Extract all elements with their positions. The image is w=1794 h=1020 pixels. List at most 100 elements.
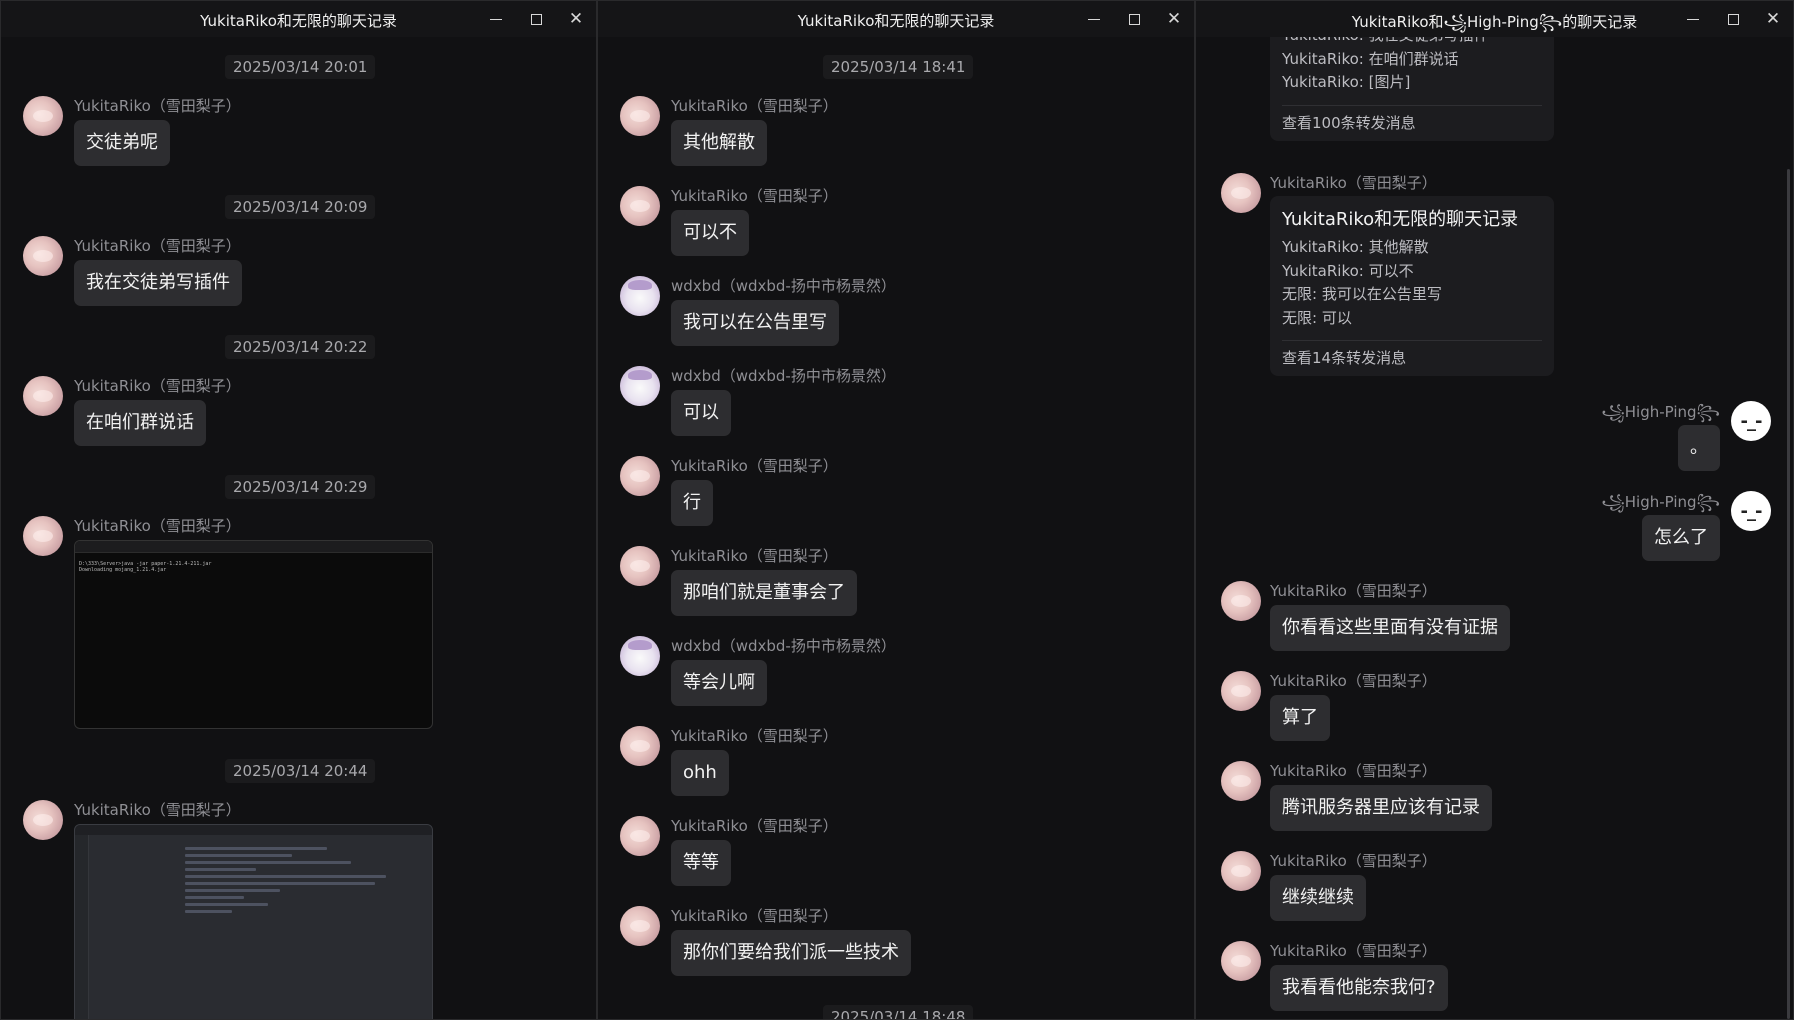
message-bubble[interactable]: 在咱们群说话 xyxy=(74,400,206,446)
image-message-ide-screenshot[interactable] xyxy=(74,824,433,1019)
avatar[interactable] xyxy=(620,636,660,676)
timestamp: 2025/03/14 20:44 xyxy=(225,759,376,783)
message-bubble[interactable]: 那咱们就是董事会了 xyxy=(671,570,857,616)
forwarded-line: YukitaRiko: 其他解散 xyxy=(1282,238,1429,256)
forwarded-record-card[interactable]: YukitaRiko和无限的聊天记录 YukitaRiko: 其他解散 Yuki… xyxy=(1270,196,1554,376)
avatar[interactable] xyxy=(1221,173,1261,213)
avatar[interactable] xyxy=(23,376,63,416)
sender-name: YukitaRiko（雪田梨子） xyxy=(671,817,838,835)
minimize-button[interactable] xyxy=(1673,1,1713,37)
close-icon: ✕ xyxy=(1765,8,1781,29)
forwarded-line: YukitaRiko: 在咱们群说话 xyxy=(1282,49,1459,68)
avatar[interactable] xyxy=(620,546,660,586)
close-button[interactable]: ✕ xyxy=(1154,1,1194,37)
message-bubble[interactable]: 我在交徒弟写插件 xyxy=(74,260,242,306)
sender-name: YukitaRiko（雪田梨子） xyxy=(1270,174,1437,192)
minimize-icon xyxy=(1088,18,1100,20)
avatar[interactable] xyxy=(1221,941,1261,981)
maximize-icon xyxy=(1128,13,1140,25)
message-bubble[interactable]: 你看看这些里面有没有证据 xyxy=(1270,605,1510,651)
forwarded-record-title: YukitaRiko和无限的聊天记录 xyxy=(1282,209,1519,230)
sender-name: YukitaRiko（雪田梨子） xyxy=(1270,762,1437,780)
close-icon: ✕ xyxy=(1166,8,1182,29)
message-list[interactable]: 2025/03/14 18:41 2025/03/14 18:48 Yukita… xyxy=(598,37,1194,1019)
avatar[interactable] xyxy=(620,726,660,766)
message-bubble[interactable]: 怎么了 xyxy=(1642,515,1720,561)
title-bar[interactable]: YukitaRiko和꧁High-Ping꧂的聊天记录 ✕ xyxy=(1196,1,1793,37)
message-bubble[interactable]: 可以 xyxy=(671,390,731,436)
avatar[interactable] xyxy=(23,96,63,136)
image-message-terminal-screenshot[interactable]: D:\333\Server>java -jar paper-1.21.4-211… xyxy=(74,540,433,729)
message-bubble[interactable]: 行 xyxy=(671,480,713,526)
sender-name: wdxbd（wdxbd-扬中市杨景然） xyxy=(671,637,896,655)
message-bubble[interactable]: 。 xyxy=(1678,425,1720,471)
forwarded-line: 无限: 可以 xyxy=(1282,308,1352,327)
forwarded-line: YukitaRiko: [图片] xyxy=(1282,73,1411,91)
minimize-icon xyxy=(490,18,502,20)
sender-name: YukitaRiko（雪田梨子） xyxy=(74,377,241,395)
message-bubble[interactable]: 那你们要给我们派一些技术 xyxy=(671,930,911,976)
sender-name: wdxbd（wdxbd-扬中市杨景然） xyxy=(671,277,896,295)
avatar[interactable] xyxy=(23,516,63,556)
maximize-button[interactable] xyxy=(516,1,556,37)
avatar[interactable] xyxy=(620,96,660,136)
message-list[interactable]: YukitaRiko: 我在交徒弟写插件 YukitaRiko: 在咱们群说话 … xyxy=(1196,37,1793,1019)
timestamp: 2025/03/14 20:09 xyxy=(225,195,376,219)
maximize-button[interactable] xyxy=(1114,1,1154,37)
maximize-button[interactable] xyxy=(1713,1,1753,37)
timestamp: 2025/03/14 18:41 xyxy=(823,55,974,79)
sender-name: YukitaRiko（雪田梨子） xyxy=(671,187,838,205)
message-bubble[interactable]: 继续继续 xyxy=(1270,875,1366,921)
avatar[interactable] xyxy=(1221,581,1261,621)
avatar[interactable] xyxy=(23,236,63,276)
message-bubble[interactable]: 等等 xyxy=(671,840,731,886)
avatar[interactable] xyxy=(620,816,660,856)
forwarded-line: 无限: 我可以在公告里写 xyxy=(1282,285,1442,303)
face-icon: -_- xyxy=(1740,410,1763,432)
avatar[interactable] xyxy=(620,276,660,316)
sender-name: YukitaRiko（雪田梨子） xyxy=(74,97,241,115)
message-bubble[interactable]: 可以不 xyxy=(671,210,749,256)
sender-name: YukitaRiko（雪田梨子） xyxy=(671,97,838,115)
avatar[interactable] xyxy=(620,906,660,946)
minimize-button[interactable] xyxy=(1074,1,1114,37)
avatar[interactable] xyxy=(620,186,660,226)
timestamp: 2025/03/14 20:29 xyxy=(225,475,376,499)
minimize-icon xyxy=(1687,18,1699,20)
avatar[interactable] xyxy=(1221,671,1261,711)
message-bubble[interactable]: ohh xyxy=(671,750,729,796)
scrollbar[interactable] xyxy=(1787,169,1790,1019)
view-forwarded-messages-link[interactable]: 查看100条转发消息 xyxy=(1282,106,1542,141)
maximize-icon xyxy=(530,13,542,25)
sender-name: YukitaRiko（雪田梨子） xyxy=(1270,942,1437,960)
message-bubble[interactable]: 等会儿啊 xyxy=(671,660,767,706)
title-bar[interactable]: YukitaRiko和无限的聊天记录 ✕ xyxy=(1,1,596,37)
forwarded-record-card[interactable]: YukitaRiko: 我在交徒弟写插件 YukitaRiko: 在咱们群说话 … xyxy=(1270,37,1554,141)
title-bar[interactable]: YukitaRiko和无限的聊天记录 ✕ xyxy=(598,1,1194,37)
chat-record-window-1: YukitaRiko和无限的聊天记录 ✕ 2025/03/14 20:01 Yu… xyxy=(0,0,597,1020)
avatar[interactable] xyxy=(1221,851,1261,891)
message-bubble[interactable]: 腾讯服务器里应该有记录 xyxy=(1270,785,1492,831)
sender-name: YukitaRiko（雪田梨子） xyxy=(74,801,241,819)
avatar[interactable] xyxy=(23,800,63,840)
sender-name: YukitaRiko（雪田梨子） xyxy=(74,517,241,535)
message-bubble[interactable]: 算了 xyxy=(1270,695,1330,741)
message-bubble[interactable]: 其他解散 xyxy=(671,120,767,166)
message-bubble[interactable]: 我看看他能奈我何? xyxy=(1270,965,1448,1011)
avatar[interactable]: -_- xyxy=(1731,491,1771,531)
sender-name: YukitaRiko（雪田梨子） xyxy=(671,457,838,475)
avatar[interactable] xyxy=(1221,761,1261,801)
avatar[interactable]: -_- xyxy=(1731,401,1771,441)
close-button[interactable]: ✕ xyxy=(556,1,596,37)
avatar[interactable] xyxy=(620,366,660,406)
chat-record-window-2: YukitaRiko和无限的聊天记录 ✕ 2025/03/14 18:41 20… xyxy=(597,0,1195,1020)
message-list[interactable]: 2025/03/14 20:01 YukitaRiko（雪田梨子） 交徒弟呢 2… xyxy=(1,37,596,1019)
avatar[interactable] xyxy=(620,456,660,496)
sender-name: YukitaRiko（雪田梨子） xyxy=(74,237,241,255)
message-bubble[interactable]: 交徒弟呢 xyxy=(74,120,170,166)
view-forwarded-messages-link[interactable]: 查看14条转发消息 xyxy=(1282,341,1542,376)
sender-name: wdxbd（wdxbd-扬中市杨景然） xyxy=(671,367,896,385)
close-button[interactable]: ✕ xyxy=(1753,1,1793,37)
minimize-button[interactable] xyxy=(476,1,516,37)
message-bubble[interactable]: 我可以在公告里写 xyxy=(671,300,839,346)
